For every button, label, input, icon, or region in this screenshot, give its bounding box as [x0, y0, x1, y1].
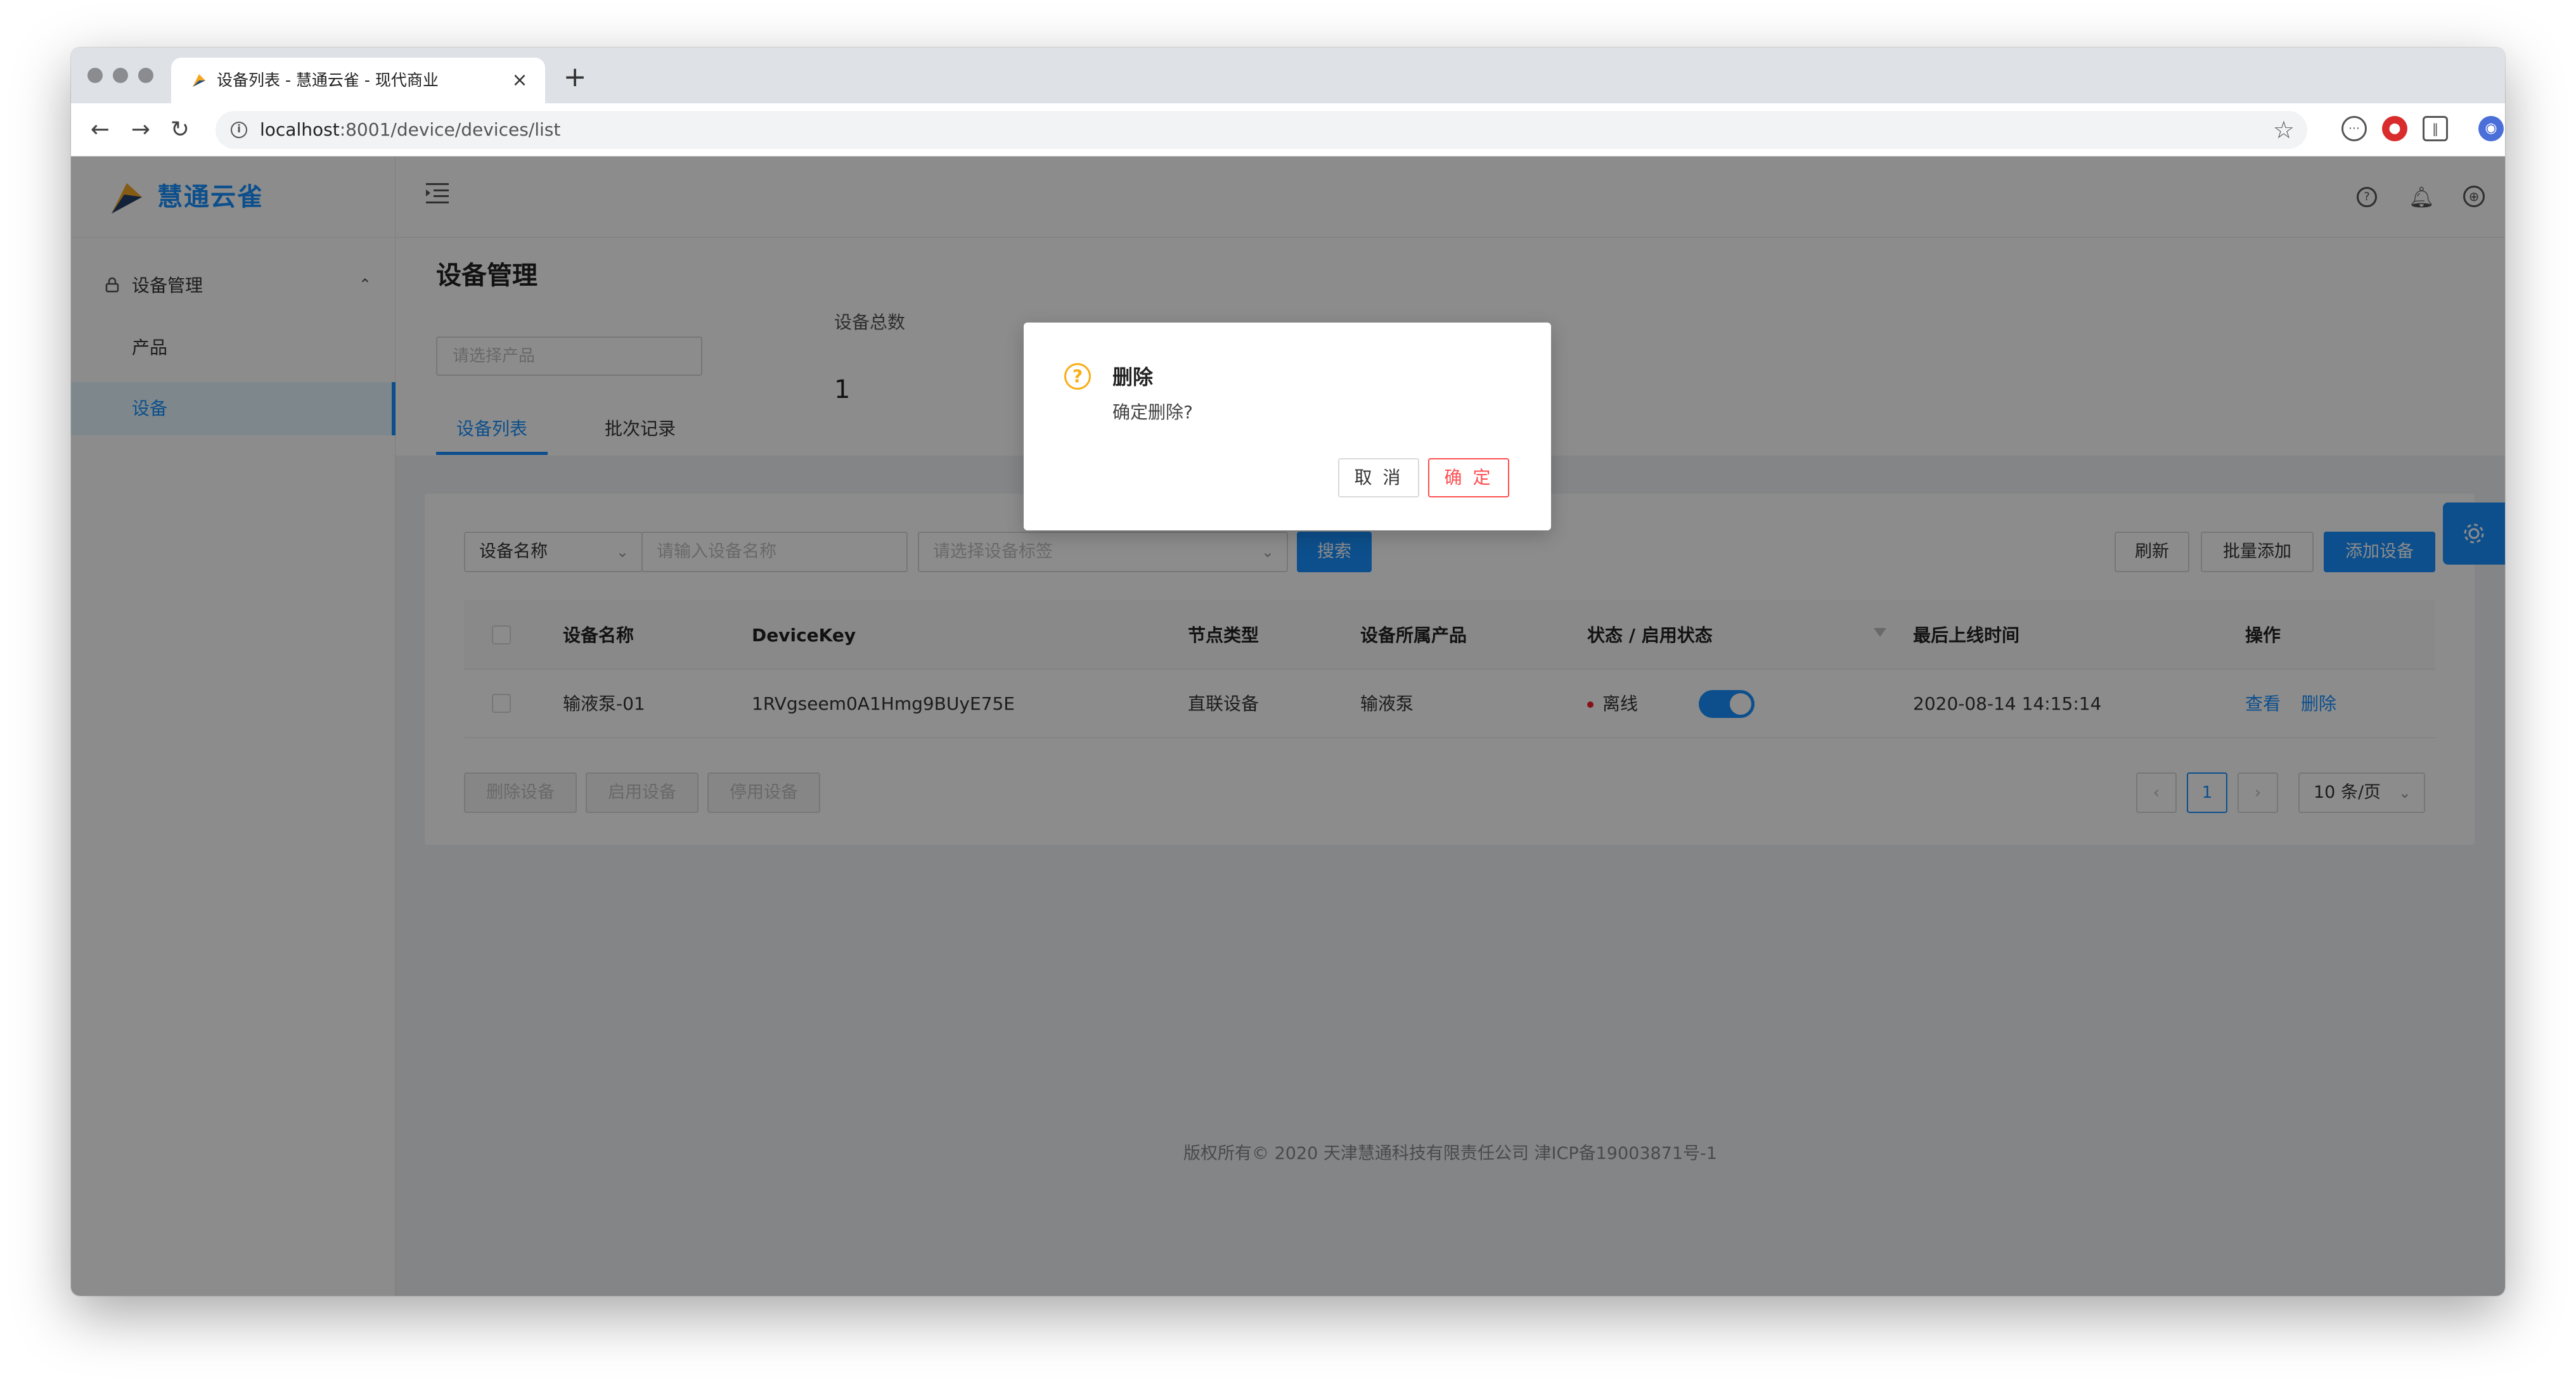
- back-arrow-icon[interactable]: ←: [84, 113, 117, 146]
- profile-icon[interactable]: ◉: [2478, 116, 2504, 141]
- site-favicon-icon: [193, 74, 205, 87]
- url-text: localhost:8001/device/devices/list: [260, 119, 561, 140]
- info-icon[interactable]: i: [231, 122, 247, 138]
- tab-close-icon[interactable]: ×: [507, 68, 532, 93]
- extension-shield-icon[interactable]: ‖: [2423, 116, 2448, 141]
- extension-icon[interactable]: ⋯: [2341, 116, 2367, 141]
- bookmark-star-icon[interactable]: ☆: [2273, 116, 2295, 144]
- tab-title: 设备列表 - 慧通云雀 - 现代商业: [217, 71, 439, 89]
- modal-content: 确定删除?: [1112, 402, 1193, 423]
- maximize-window-button[interactable]: [138, 68, 153, 83]
- question-circle-icon: ?: [1064, 363, 1091, 390]
- modal-title: 删除: [1112, 365, 1154, 389]
- close-window-button[interactable]: [87, 68, 103, 83]
- reload-icon[interactable]: ↻: [164, 113, 196, 146]
- extension-red-icon[interactable]: ●: [2382, 116, 2407, 141]
- browser-tabbar: 设备列表 - 慧通云雀 - 现代商业 × +: [71, 48, 2505, 103]
- confirm-button[interactable]: 确 定: [1428, 458, 1509, 497]
- browser-window: 设备列表 - 慧通云雀 - 现代商业 × + ← → ↻ i localhost…: [71, 48, 2505, 1296]
- cancel-button[interactable]: 取 消: [1338, 458, 1419, 497]
- confirm-delete-modal: ? 删除 确定删除? 取 消 确 定: [1024, 323, 1551, 530]
- browser-tab[interactable]: 设备列表 - 慧通云雀 - 现代商业 ×: [171, 58, 545, 103]
- minimize-window-button[interactable]: [113, 68, 128, 83]
- app-viewport: 慧通云雀 设备管理 ⌃ 产品 设备 ? 🔔︎ ⊕ 设备管理 请选择产品 设备总数…: [71, 157, 2505, 1296]
- new-tab-button[interactable]: +: [559, 61, 591, 93]
- forward-arrow-icon[interactable]: →: [124, 113, 157, 146]
- address-bar[interactable]: i localhost:8001/device/devices/list ☆: [216, 111, 2307, 149]
- browser-toolbar: ← → ↻ i localhost:8001/device/devices/li…: [71, 103, 2505, 157]
